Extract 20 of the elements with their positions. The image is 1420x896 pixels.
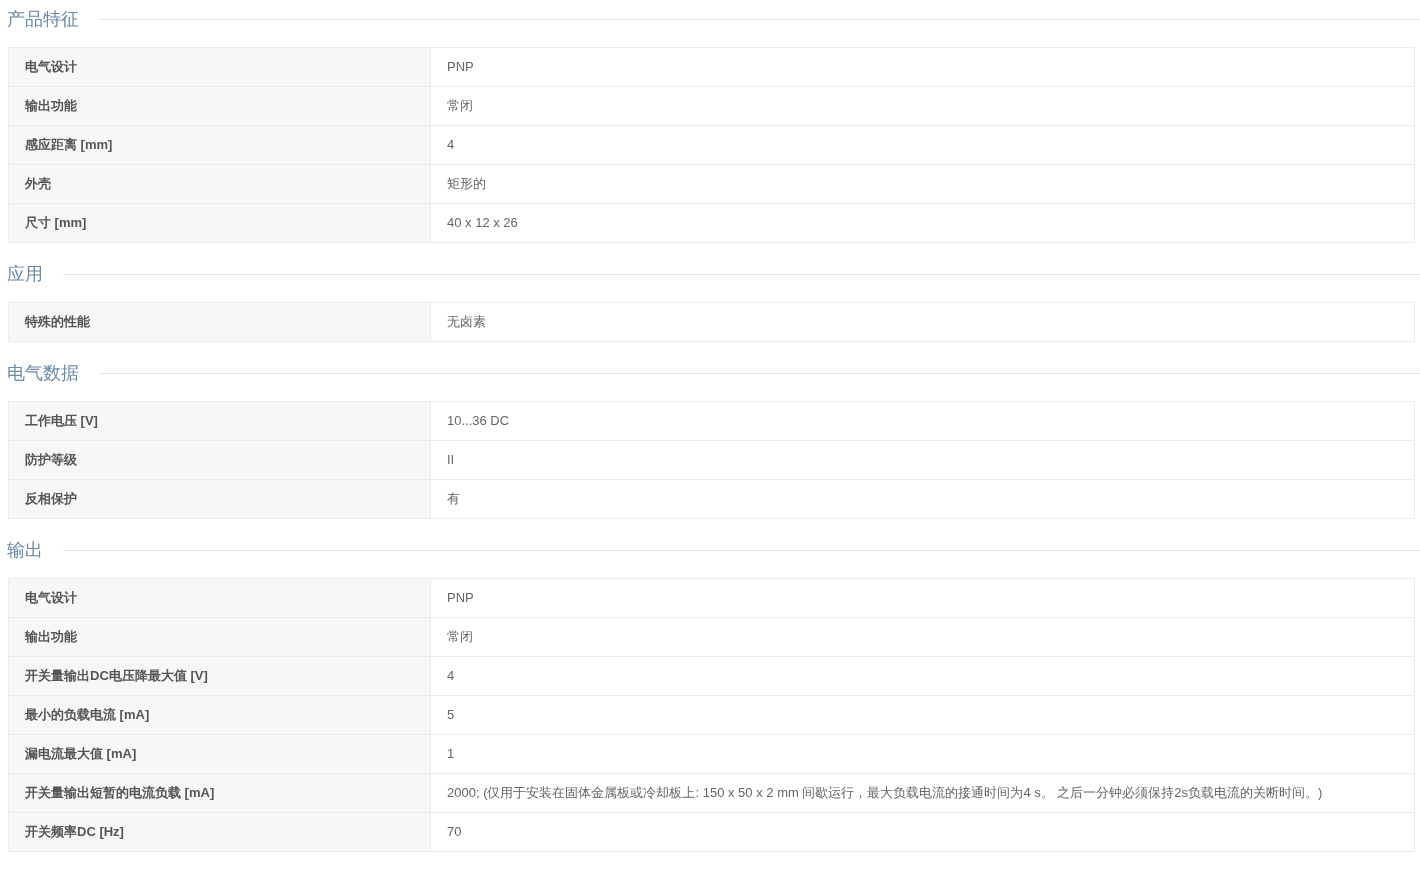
- spec-label-cell: 输出功能: [9, 87, 431, 126]
- spec-label-cell: 开关量输出DC电压降最大值 [V]: [9, 657, 431, 696]
- spec-label-cell: 反相保护: [9, 480, 431, 519]
- spec-label-cell: 电气设计: [9, 48, 431, 87]
- section-heading: 产品特征: [7, 8, 79, 31]
- section-heading: 电气数据: [7, 362, 79, 385]
- spec-label-cell: 外壳: [9, 165, 431, 204]
- spec-label-cell: 输出功能: [9, 618, 431, 657]
- spec-label-cell: 感应距离 [mm]: [9, 126, 431, 165]
- section-heading: 输出: [7, 539, 43, 562]
- section-heading: 应用: [7, 263, 43, 286]
- spec-label-cell: 开关频率DC [Hz]: [9, 813, 431, 852]
- spec-label-cell: 特殊的性能: [9, 303, 431, 342]
- spec-label-cell: 工作电压 [V]: [9, 402, 431, 441]
- spec-label-cell: 尺寸 [mm]: [9, 204, 431, 243]
- spec-label-cell: 最小的负载电流 [mA]: [9, 696, 431, 735]
- spec-label-cell: 漏电流最大值 [mA]: [9, 735, 431, 774]
- spec-label-cell: 防护等级: [9, 441, 431, 480]
- spec-label-cell: 电气设计: [9, 579, 431, 618]
- spec-label-cell: 开关量输出短暂的电流负载 [mA]: [9, 774, 431, 813]
